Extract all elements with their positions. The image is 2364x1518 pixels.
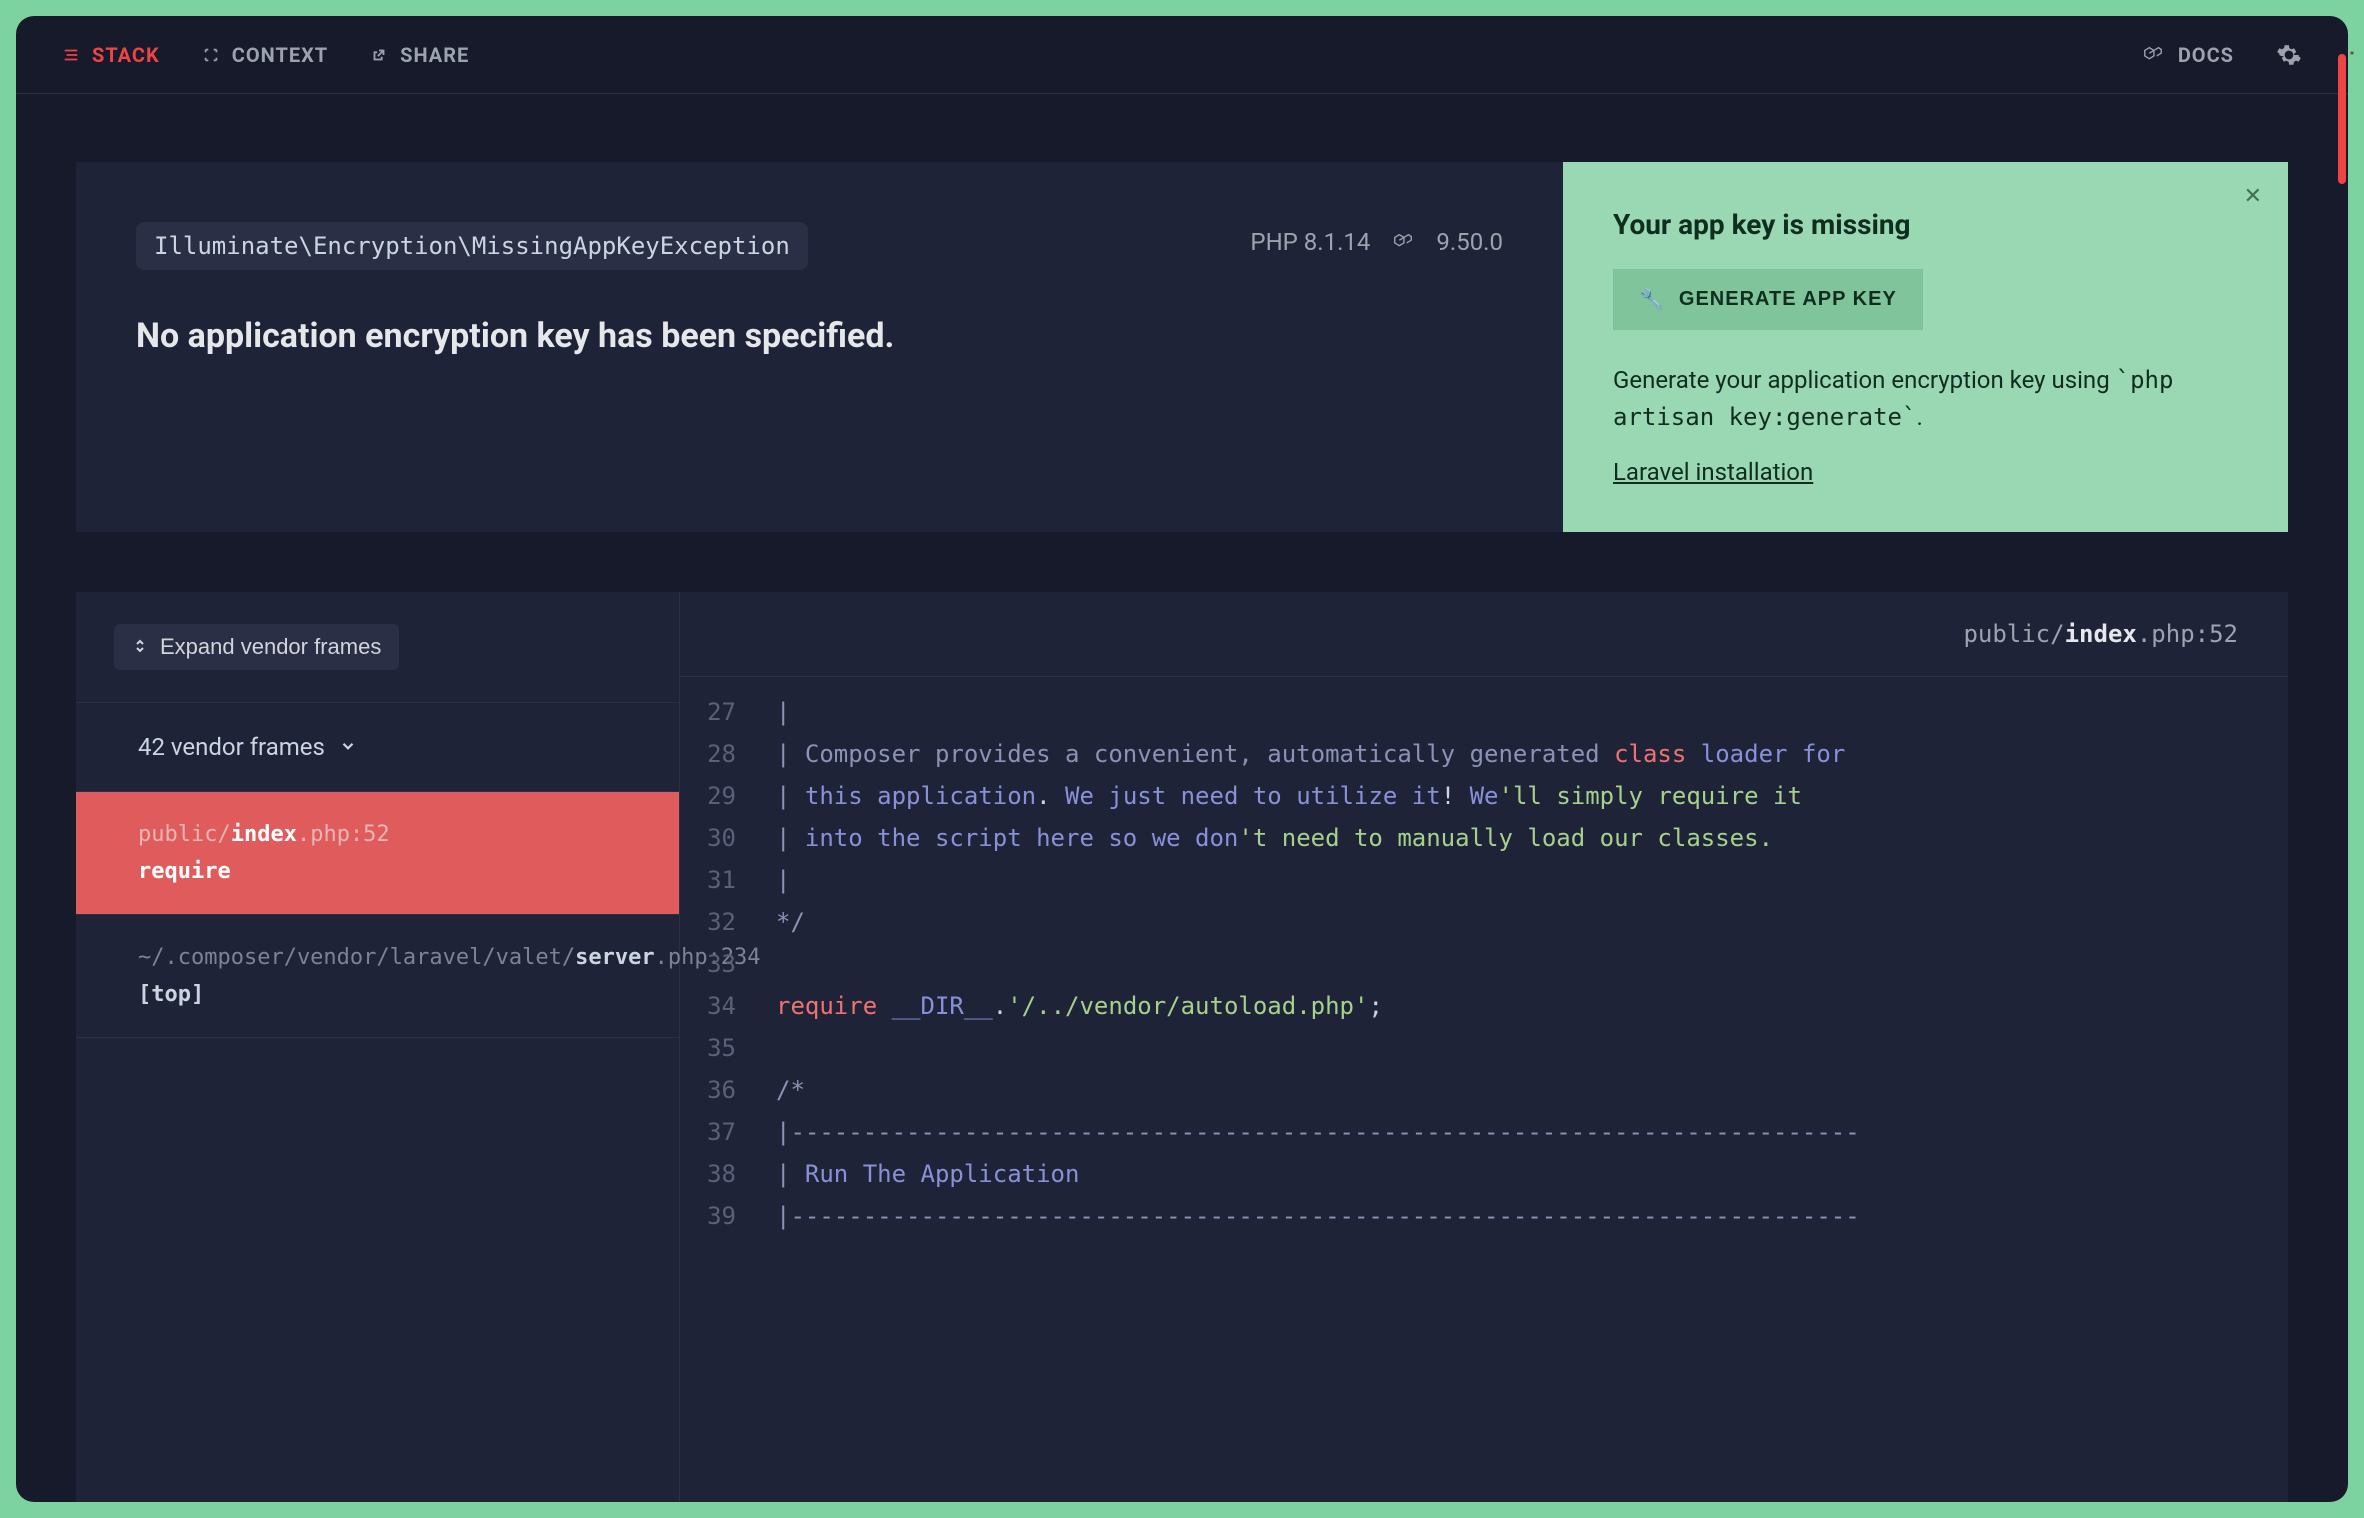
code-path-dir: public/ (1963, 620, 2064, 648)
code-path-ext: .php (2137, 620, 2195, 648)
chevron-down-icon (339, 733, 357, 761)
code-line: 35 (680, 1027, 2288, 1069)
stack-trace-panel: Expand vendor frames 42 vendor frames pu… (76, 592, 2288, 1502)
stack-frame[interactable]: public/index.php:52require (76, 792, 679, 915)
php-version: PHP 8.1.14 (1250, 228, 1370, 256)
code-line: 30| into the script here so we don't nee… (680, 817, 2288, 859)
laravel-installation-link[interactable]: Laravel installation (1613, 458, 1813, 486)
settings-button[interactable] (2276, 42, 2302, 68)
stack-icon (62, 46, 80, 64)
laravel-version: 9.50.0 (1436, 228, 1503, 256)
code-viewer[interactable]: 27|28| Composer provides a convenient, a… (680, 677, 2288, 1502)
tab-context-label: CONTEXT (232, 43, 328, 67)
code-line: 27| (680, 691, 2288, 733)
tab-stack-label: STACK (92, 43, 160, 67)
tab-stack[interactable]: STACK (62, 43, 160, 67)
gear-icon (2276, 42, 2302, 68)
share-icon (370, 46, 388, 64)
tab-context[interactable]: CONTEXT (202, 43, 328, 67)
code-line: 33 (680, 943, 2288, 985)
close-solution-button[interactable]: ✕ (2244, 184, 2262, 209)
solution-title: Your app key is missing (1613, 208, 2238, 241)
error-hero: Illuminate\Encryption\MissingAppKeyExcep… (76, 162, 2288, 532)
code-line: 39|-------------------------------------… (680, 1195, 2288, 1237)
laravel-icon (1392, 231, 1414, 253)
code-line: 29| this application. We just need to ut… (680, 775, 2288, 817)
scrollbar[interactable] (2338, 54, 2346, 184)
tab-share-label: SHARE (400, 43, 469, 67)
top-navigation: STACK CONTEXT SHARE (16, 16, 2348, 94)
error-message: No application encryption key has been s… (136, 316, 1503, 356)
docs-link[interactable]: DOCS (2142, 43, 2234, 67)
code-path-file: index (2065, 620, 2137, 648)
vendor-count-label: 42 vendor frames (138, 733, 325, 761)
generate-key-label: GENERATE APP KEY (1679, 288, 1897, 311)
code-line: 31| (680, 859, 2288, 901)
expand-vendor-label: Expand vendor frames (160, 634, 381, 660)
code-path-line: :52 (2195, 620, 2238, 648)
code-file-header: public/index.php:52 (680, 592, 2288, 677)
expand-icon (132, 634, 148, 660)
stack-frame[interactable]: ~/.composer/vendor/laravel/valet/server.… (76, 915, 679, 1038)
docs-label: DOCS (2178, 43, 2234, 67)
solution-text-pre: Generate your application encryption key… (1613, 366, 2116, 394)
solution-description: Generate your application encryption key… (1613, 362, 2238, 436)
tab-share[interactable]: SHARE (370, 43, 469, 67)
code-line: 34require __DIR__.'/../vendor/autoload.p… (680, 985, 2288, 1027)
expand-vendor-frames-button[interactable]: Expand vendor frames (114, 624, 399, 670)
solution-text-post: . (1916, 403, 1922, 431)
code-line: 38| Run The Application (680, 1153, 2288, 1195)
code-line: 36/* (680, 1069, 2288, 1111)
exception-class: Illuminate\Encryption\MissingAppKeyExcep… (136, 222, 808, 270)
code-line: 32*/ (680, 901, 2288, 943)
wrench-icon: 🔧 (1639, 287, 1665, 312)
code-line: 37|-------------------------------------… (680, 1111, 2288, 1153)
generate-key-button[interactable]: 🔧 GENERATE APP KEY (1613, 269, 1923, 330)
code-line: 28| Composer provides a convenient, auto… (680, 733, 2288, 775)
code-column: public/index.php:52 27|28| Composer prov… (680, 592, 2288, 1502)
solution-panel: ✕ Your app key is missing 🔧 GENERATE APP… (1563, 162, 2288, 532)
frames-column: Expand vendor frames 42 vendor frames pu… (76, 592, 680, 1502)
laravel-icon (2142, 44, 2164, 66)
context-icon (202, 46, 220, 64)
vendor-frames-summary[interactable]: 42 vendor frames (76, 703, 679, 792)
